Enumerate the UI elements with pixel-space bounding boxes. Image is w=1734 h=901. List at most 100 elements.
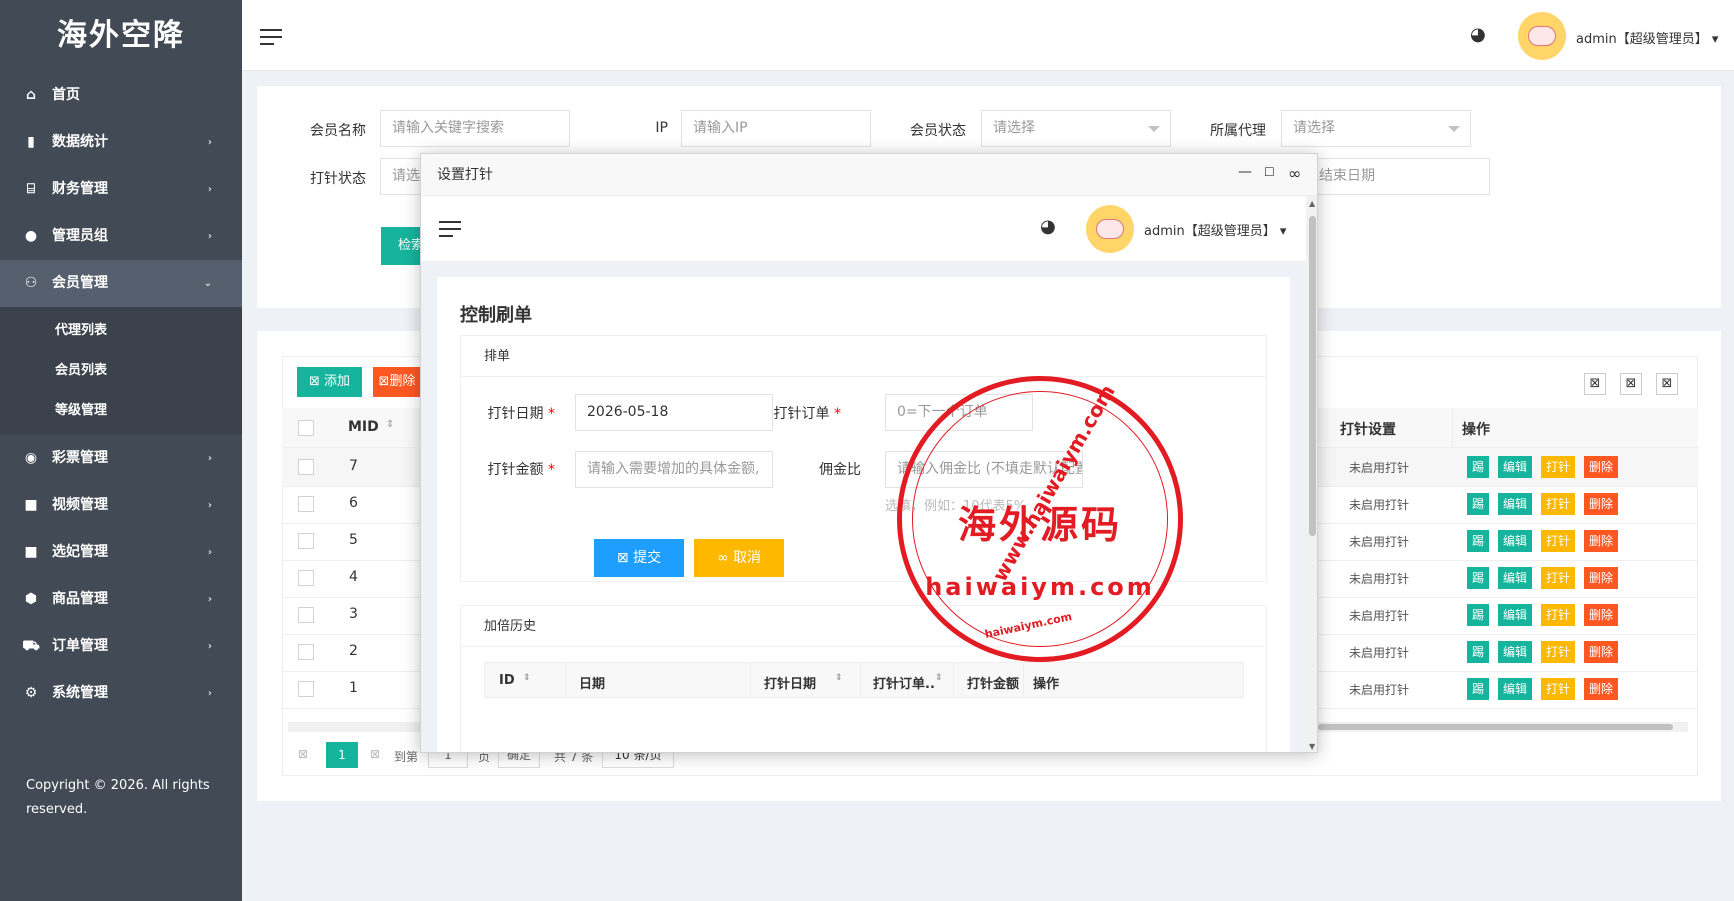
menu-toggle-icon[interactable] xyxy=(439,221,461,237)
sidebar-item[interactable]: ⌸ 财务管理 › xyxy=(0,166,242,213)
row-checkbox[interactable] xyxy=(298,644,314,660)
history-col-pin-order[interactable]: 打针订单.. xyxy=(873,673,935,692)
columns-icon[interactable]: ⊠ xyxy=(1584,373,1606,395)
commission-input[interactable]: 请输入佣金比 (不填走默认配置 xyxy=(885,451,1083,488)
menu-toggle-icon[interactable] xyxy=(260,29,282,45)
row-delete-button[interactable]: 删除 xyxy=(1584,604,1619,626)
sort-icon[interactable]: ⇕ xyxy=(935,673,943,683)
row-mid: 4 xyxy=(349,569,358,585)
member-name-input[interactable]: 请输入关键字搜索 xyxy=(380,110,570,147)
col-mid[interactable]: MID xyxy=(348,419,379,435)
row-delete-button[interactable]: 删除 xyxy=(1584,456,1619,478)
user-menu[interactable]: admin【超级管理员】 ▾ xyxy=(1144,220,1286,239)
kick-button[interactable]: 踢 xyxy=(1467,493,1490,515)
modal-scrollbar[interactable]: ▲ ▼ xyxy=(1306,196,1317,752)
pin-button[interactable]: 打针 xyxy=(1541,678,1576,700)
user-menu[interactable]: admin【超级管理员】 ▾ xyxy=(1576,28,1718,47)
current-page[interactable]: 1 xyxy=(326,742,358,768)
kick-button[interactable]: 踢 xyxy=(1467,567,1490,589)
sidebar-item[interactable]: ● 管理员组 › xyxy=(0,213,242,260)
pin-amount-input[interactable]: 请输入需要增加的具体金额, xyxy=(575,451,773,488)
end-date-input[interactable]: 结束日期 xyxy=(1300,158,1490,195)
sort-icon[interactable]: ⇕ xyxy=(835,673,843,683)
row-delete-button[interactable]: 删除 xyxy=(1584,641,1619,663)
export-icon[interactable]: ⊠ xyxy=(1620,373,1642,395)
edit-button[interactable]: 编辑 xyxy=(1498,641,1533,663)
prev-page-icon[interactable]: ⊠ xyxy=(298,747,308,761)
sort-icon[interactable]: ⇕ xyxy=(523,673,531,683)
row-delete-button[interactable]: 删除 xyxy=(1584,493,1619,515)
pin-button[interactable]: 打针 xyxy=(1541,604,1576,626)
history-col-pin-amount[interactable]: 打针金额 xyxy=(967,673,1019,692)
history-col-id[interactable]: ID xyxy=(499,673,515,688)
sidebar-item[interactable]: ⚙ 系统管理 › xyxy=(0,670,242,717)
submenu-item-agent-list[interactable]: 代理列表 xyxy=(0,311,242,351)
next-page-icon[interactable]: ⊠ xyxy=(370,747,380,761)
row-delete-button[interactable]: 删除 xyxy=(1584,678,1619,700)
cancel-button[interactable]: ∞ 取消 xyxy=(694,539,784,577)
sidebar-item[interactable]: ◉ 彩票管理 › xyxy=(0,435,242,482)
modal-title: 设置打针 xyxy=(421,154,1317,196)
kick-button[interactable]: 踢 xyxy=(1467,456,1490,478)
sidebar-item[interactable]: ⌂ 首页 xyxy=(0,72,242,119)
select-all-checkbox[interactable] xyxy=(298,420,314,436)
row-checkbox[interactable] xyxy=(298,570,314,586)
kick-button[interactable]: 踢 xyxy=(1467,678,1490,700)
edit-button[interactable]: 编辑 xyxy=(1498,567,1533,589)
kick-button[interactable]: 踢 xyxy=(1467,530,1490,552)
palette-icon[interactable]: ◕ xyxy=(1040,216,1056,237)
agent-select[interactable]: 请选择 xyxy=(1281,110,1471,147)
delete-button[interactable]: ⊠删除 xyxy=(373,367,421,397)
submit-button[interactable]: ⊠ 提交 xyxy=(594,539,684,577)
pin-button[interactable]: 打针 xyxy=(1541,456,1576,478)
row-checkbox[interactable] xyxy=(298,681,314,697)
edit-button[interactable]: 编辑 xyxy=(1498,493,1533,515)
avatar[interactable] xyxy=(1086,205,1134,253)
history-col-date[interactable]: 日期 xyxy=(579,673,605,692)
pin-button[interactable]: 打针 xyxy=(1541,530,1576,552)
submenu-item-level-manage[interactable]: 等级管理 xyxy=(0,391,242,431)
row-delete-button[interactable]: 删除 xyxy=(1584,530,1619,552)
row-checkbox[interactable] xyxy=(298,607,314,623)
scrollbar-thumb[interactable] xyxy=(1309,216,1316,536)
pin-date-input[interactable]: 2026-05-18 xyxy=(575,394,773,431)
scroll-down-icon[interactable]: ▼ xyxy=(1309,742,1315,751)
submit-icon: ⊠ xyxy=(616,550,629,566)
row-delete-button[interactable]: 删除 xyxy=(1584,567,1619,589)
pin-button[interactable]: 打针 xyxy=(1541,567,1576,589)
sidebar-item[interactable]: ▮ 数据统计 › xyxy=(0,119,242,166)
edit-button[interactable]: 编辑 xyxy=(1498,678,1533,700)
edit-button[interactable]: 编辑 xyxy=(1498,604,1533,626)
pin-button[interactable]: 打针 xyxy=(1541,493,1576,515)
sidebar-item[interactable]: ⬢ 商品管理 › xyxy=(0,576,242,623)
kick-button[interactable]: 踢 xyxy=(1467,641,1490,663)
scroll-up-icon[interactable]: ▲ xyxy=(1309,199,1315,208)
pin-date-text: 打针日期 xyxy=(487,406,544,422)
sidebar-item[interactable]: ■ 视频管理 › xyxy=(0,482,242,529)
ip-input[interactable]: 请输入IP xyxy=(681,110,871,147)
avatar[interactable] xyxy=(1518,12,1566,60)
sidebar-item[interactable]: ⚇ 会员管理 ⌄ xyxy=(0,260,242,307)
maximize-icon[interactable]: ☐ xyxy=(1264,165,1275,179)
member-status-select[interactable]: 请选择 xyxy=(981,110,1171,147)
pin-order-input[interactable]: 0=下一个订单 xyxy=(885,394,1033,431)
scrollbar-thumb[interactable] xyxy=(1318,724,1673,730)
sidebar-item[interactable]: ⛟ 订单管理 › xyxy=(0,623,242,670)
minimize-icon[interactable]: — xyxy=(1238,164,1252,180)
close-icon[interactable]: ∞ xyxy=(1288,164,1301,183)
print-icon[interactable]: ⊠ xyxy=(1656,373,1678,395)
submenu-item-member-list[interactable]: 会员列表 xyxy=(0,351,242,391)
add-button[interactable]: ⊠ 添加 xyxy=(297,367,362,397)
row-checkbox[interactable] xyxy=(298,533,314,549)
sidebar-item[interactable]: ■ 选妃管理 › xyxy=(0,529,242,576)
palette-icon[interactable]: ◕ xyxy=(1470,24,1486,45)
pin-button[interactable]: 打针 xyxy=(1541,641,1576,663)
row-checkbox[interactable] xyxy=(298,459,314,475)
sort-icon[interactable]: ⇕ xyxy=(386,419,394,430)
edit-button[interactable]: 编辑 xyxy=(1498,530,1533,552)
kick-button[interactable]: 踢 xyxy=(1467,604,1490,626)
sidebar-item-label: 会员管理 xyxy=(52,275,108,291)
row-checkbox[interactable] xyxy=(298,496,314,512)
edit-button[interactable]: 编辑 xyxy=(1498,456,1533,478)
history-col-pin-date[interactable]: 打针日期 xyxy=(764,673,816,692)
